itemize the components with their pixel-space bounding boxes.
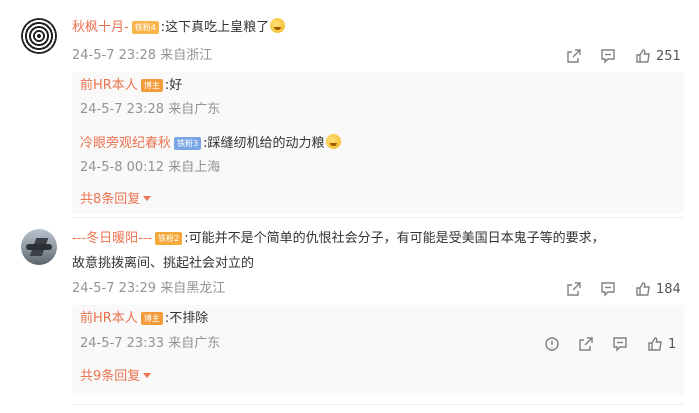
like-icon bbox=[648, 337, 662, 351]
share-button[interactable] bbox=[566, 279, 582, 299]
reply-location: 来自广东 bbox=[168, 102, 221, 117]
comment-header: ---冬日暖阳--- 铁粉2:可能并不是个简单的仇恨社会分子，有可能是受美国日本鬼… bbox=[72, 229, 605, 249]
report-icon bbox=[545, 337, 559, 351]
reply-header: 前HR本人 博主:不排除 bbox=[80, 309, 208, 329]
share-icon bbox=[567, 282, 581, 296]
doge-emoji-icon bbox=[270, 18, 286, 33]
reply-meta: 24-5-7 23:28 来自广东 bbox=[80, 100, 220, 120]
chevron-down-icon bbox=[143, 196, 152, 201]
username-link[interactable]: 前HR本人 bbox=[80, 311, 138, 326]
reply-button[interactable] bbox=[600, 279, 616, 299]
doge-emoji-icon bbox=[325, 134, 341, 149]
fan-badge[interactable]: 铁粉2 bbox=[155, 232, 183, 245]
comment-icon bbox=[601, 49, 615, 64]
comment-location: 来自浙江 bbox=[160, 48, 213, 63]
comment-text-continued: 故意挑拨离间、挑起社会对立的 bbox=[72, 256, 255, 271]
reply-text: :好 bbox=[164, 78, 183, 93]
comment-location: 来自黑龙江 bbox=[160, 281, 226, 296]
like-button[interactable]: 184 bbox=[635, 279, 681, 299]
like-icon bbox=[636, 282, 650, 296]
like-count: 1 bbox=[668, 336, 677, 352]
expand-replies-link[interactable]: 共8条回复 bbox=[80, 190, 152, 210]
reply-text: :不排除 bbox=[164, 311, 209, 326]
like-button[interactable]: 1 bbox=[647, 334, 676, 354]
report-button[interactable] bbox=[544, 334, 560, 354]
reply-meta: 24-5-7 23:33 来自广东 bbox=[80, 334, 220, 354]
expand-replies-link[interactable]: 共9条回复 bbox=[80, 367, 152, 387]
divider bbox=[72, 217, 684, 218]
reply-date: 24-5-8 00:12 bbox=[80, 160, 165, 175]
reply-actions: 1 bbox=[544, 334, 676, 354]
fan-badge[interactable]: 铁粉4 bbox=[131, 21, 159, 34]
divider bbox=[72, 404, 684, 405]
comment-date: 24-5-7 23:29 bbox=[72, 281, 157, 296]
comment-text: :这下真吃上皇粮了 bbox=[160, 20, 270, 35]
like-button[interactable]: 251 bbox=[635, 46, 681, 66]
username-link[interactable]: ---冬日暖阳--- bbox=[72, 231, 152, 246]
reply-date: 24-5-7 23:33 bbox=[80, 336, 165, 351]
share-icon bbox=[579, 337, 593, 351]
comment-text: :可能并不是个简单的仇恨社会分子，有可能是受美国日本鬼子等的要求， bbox=[184, 231, 605, 246]
host-badge: 博主 bbox=[140, 79, 163, 92]
reply-button[interactable] bbox=[600, 46, 616, 66]
comment-date: 24-5-7 23:28 bbox=[72, 48, 157, 63]
comment-meta: 24-5-7 23:29 来自黑龙江 bbox=[72, 279, 225, 299]
reply-text: :踩缝纫机给的动力粮 bbox=[203, 136, 325, 151]
fan-badge[interactable]: 铁粉3 bbox=[174, 137, 202, 150]
reply-header: 冷眼旁观纪春秋 铁粉3:踩缝纫机给的动力粮 bbox=[80, 134, 341, 154]
share-button[interactable] bbox=[566, 46, 582, 66]
username-link[interactable]: 冷眼旁观纪春秋 bbox=[80, 136, 171, 151]
avatar[interactable] bbox=[21, 229, 57, 265]
comment-actions: 251 bbox=[566, 46, 681, 66]
reply-meta: 24-5-8 00:12 来自上海 bbox=[80, 158, 220, 178]
comment-actions: 184 bbox=[566, 279, 681, 299]
reply-date: 24-5-7 23:28 bbox=[80, 102, 165, 117]
share-icon bbox=[567, 49, 581, 63]
reply-button[interactable] bbox=[612, 334, 628, 354]
avatar[interactable] bbox=[21, 18, 57, 54]
reply-list: 前HR本人 博主:好 24-5-7 23:28 来自广东 冷眼旁观纪春秋 铁粉3:踩… bbox=[72, 72, 684, 214]
expand-label: 共9条回复 bbox=[80, 369, 141, 384]
comment-icon bbox=[613, 337, 627, 352]
comment-icon bbox=[601, 282, 615, 297]
reply-location: 来自广东 bbox=[168, 336, 221, 351]
expand-label: 共8条回复 bbox=[80, 192, 141, 207]
share-button[interactable] bbox=[578, 334, 594, 354]
username-link[interactable]: 前HR本人 bbox=[80, 78, 138, 93]
like-icon bbox=[636, 49, 650, 63]
reply-location: 来自上海 bbox=[168, 160, 221, 175]
username-link[interactable]: 秋枫十月- bbox=[72, 20, 129, 35]
comment-meta: 24-5-7 23:28 来自浙江 bbox=[72, 46, 212, 66]
reply-header: 前HR本人 博主:好 bbox=[80, 76, 182, 96]
host-badge: 博主 bbox=[140, 312, 163, 325]
like-count: 251 bbox=[656, 48, 681, 64]
comment-header: 秋枫十月- 铁粉4:这下真吃上皇粮了 bbox=[72, 18, 286, 38]
like-count: 184 bbox=[656, 281, 681, 297]
reply-list: 前HR本人 博主:不排除 24-5-7 23:33 来自广东 1 共9条回复 bbox=[72, 305, 684, 395]
chevron-down-icon bbox=[143, 373, 152, 378]
